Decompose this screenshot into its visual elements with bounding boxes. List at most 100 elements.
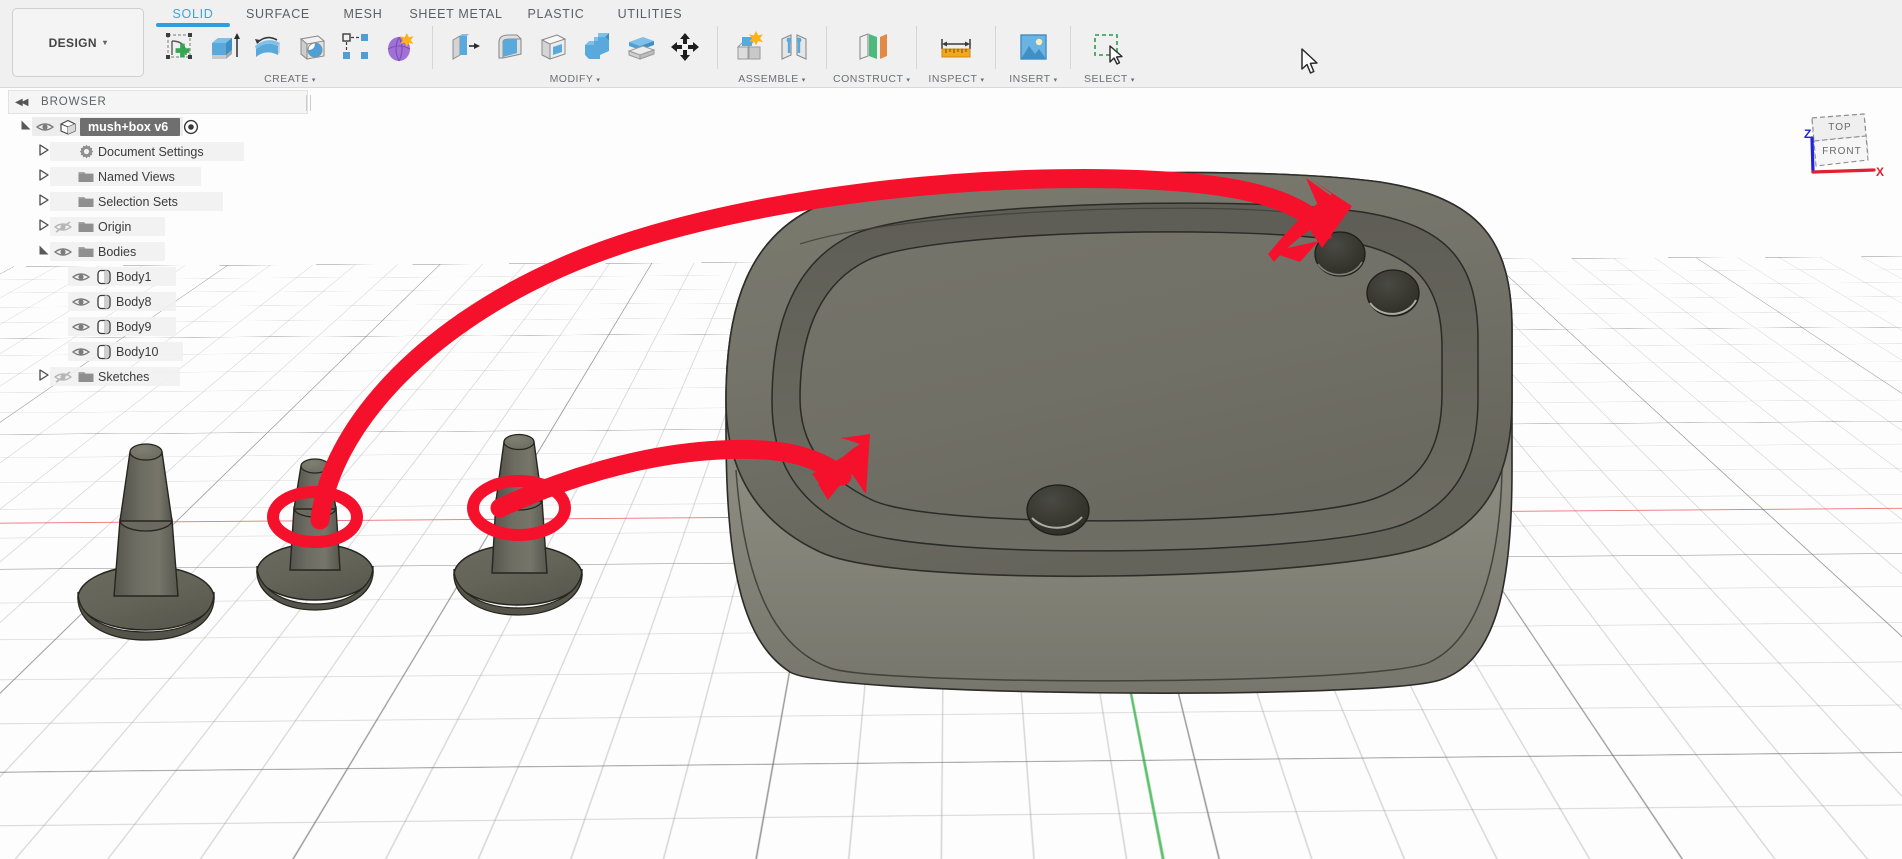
shell-icon[interactable] bbox=[531, 24, 575, 70]
tree-item-document-settings[interactable]: Document Settings bbox=[8, 139, 308, 164]
browser-header: ◀◀ BROWSER bbox=[8, 90, 311, 114]
ribbon: SOLID SURFACE MESH SHEET METAL PLASTIC U… bbox=[154, 0, 1902, 87]
tree-item-body8[interactable]: Body8 bbox=[8, 289, 308, 314]
body-icon bbox=[92, 344, 116, 360]
tree-item-body9[interactable]: Body9 bbox=[8, 314, 308, 339]
joint-icon[interactable] bbox=[772, 24, 816, 70]
hole-upper-a bbox=[1314, 231, 1366, 277]
activate-component-radio[interactable] bbox=[180, 119, 202, 135]
mushroom-body-2[interactable] bbox=[256, 458, 374, 611]
tab-mesh[interactable]: MESH bbox=[324, 7, 402, 21]
measure-icon[interactable] bbox=[927, 24, 985, 70]
tab-sheet-metal-label: SHEET METAL bbox=[409, 7, 503, 21]
box-body[interactable] bbox=[725, 171, 1513, 694]
twisty-collapsed-icon bbox=[39, 194, 49, 206]
tree-twisty[interactable] bbox=[36, 144, 52, 159]
tree-item-label: Bodies bbox=[98, 244, 137, 259]
tree-twisty[interactable] bbox=[36, 219, 52, 234]
tree-item-label: Selection Sets bbox=[98, 194, 178, 209]
panel-assemble-label[interactable]: ASSEMBLE ▾ bbox=[738, 73, 806, 85]
tab-solid-label: SOLID bbox=[172, 7, 214, 21]
revolve-icon[interactable] bbox=[246, 24, 290, 70]
visibility-toggle[interactable] bbox=[52, 370, 74, 384]
tree-item-named-views[interactable]: Named Views bbox=[8, 164, 308, 189]
panel-insert-label[interactable]: INSERT ▾ bbox=[1009, 73, 1057, 85]
mouse-cursor bbox=[1301, 48, 1318, 74]
tree-twisty[interactable] bbox=[36, 169, 52, 184]
tab-surface[interactable]: SURFACE bbox=[232, 7, 324, 21]
panel-create: CREATE ▾ bbox=[154, 22, 426, 85]
view-cube[interactable]: TOP FRONT Z X bbox=[1786, 100, 1890, 198]
tab-plastic[interactable]: PLASTIC bbox=[510, 7, 602, 21]
tree-item-label: Sketches bbox=[98, 369, 150, 384]
visibility-toggle[interactable] bbox=[70, 320, 92, 334]
visibility-icon bbox=[53, 247, 73, 256]
new-component-icon[interactable] bbox=[728, 24, 772, 70]
extrude-icon[interactable] bbox=[202, 24, 246, 70]
tree-item-bodies[interactable]: Bodies bbox=[8, 239, 308, 264]
gear-icon bbox=[79, 144, 93, 159]
mushroom-body-1[interactable] bbox=[77, 443, 215, 641]
tree-twisty[interactable] bbox=[18, 119, 34, 134]
tree-item-body10[interactable]: Body10 bbox=[8, 339, 308, 364]
press-pull-icon[interactable] bbox=[443, 24, 487, 70]
browser-resize-grip[interactable] bbox=[306, 95, 311, 111]
insert-image-icon[interactable] bbox=[1006, 24, 1060, 70]
panel-divider bbox=[432, 26, 433, 69]
combine-icon[interactable] bbox=[575, 24, 619, 70]
tree-twisty[interactable] bbox=[36, 244, 52, 259]
panel-modify-label[interactable]: MODIFY ▾ bbox=[550, 73, 601, 85]
chevron-down-icon: ▾ bbox=[980, 77, 985, 84]
panel-construct-label[interactable]: CONSTRUCT ▾ bbox=[833, 73, 910, 85]
panel-select: SELECT ▾ bbox=[1077, 22, 1141, 85]
fillet-icon[interactable] bbox=[487, 24, 531, 70]
tab-solid[interactable]: SOLID bbox=[154, 7, 232, 27]
tree-item-body1[interactable]: Body1 bbox=[8, 264, 308, 289]
visibility-toggle[interactable] bbox=[52, 220, 74, 234]
panel-inspect-label[interactable]: INSPECT ▾ bbox=[928, 73, 984, 85]
workspace-switcher-button[interactable]: DESIGN ▾ bbox=[12, 8, 144, 77]
pattern-icon[interactable] bbox=[334, 24, 378, 70]
body-icon bbox=[97, 269, 111, 284]
create-sketch-icon[interactable] bbox=[158, 24, 202, 70]
folder-icon bbox=[74, 370, 98, 383]
visibility-toggle[interactable] bbox=[70, 270, 92, 284]
visibility-toggle[interactable] bbox=[34, 120, 56, 134]
offset-plane-icon[interactable] bbox=[844, 24, 900, 70]
body-icon bbox=[92, 319, 116, 335]
visibility-toggle[interactable] bbox=[70, 295, 92, 309]
panel-select-label[interactable]: SELECT ▾ bbox=[1084, 73, 1135, 85]
visibility-toggle[interactable] bbox=[70, 345, 92, 359]
viewcube-front-label: FRONT bbox=[1822, 146, 1861, 157]
browser-title: BROWSER bbox=[41, 96, 107, 108]
visibility-toggle[interactable] bbox=[52, 245, 74, 259]
select-window-icon[interactable] bbox=[1081, 24, 1137, 70]
workspace-switcher-label: DESIGN bbox=[48, 35, 97, 50]
tree-item-mush-box-v6[interactable]: mush+box v6 bbox=[8, 114, 308, 139]
collapse-browser-icon[interactable]: ◀◀ bbox=[15, 97, 35, 108]
chevron-down-icon: ▾ bbox=[801, 77, 806, 84]
panel-create-label[interactable]: CREATE ▾ bbox=[264, 73, 316, 85]
sweep-icon[interactable] bbox=[290, 24, 334, 70]
tree-item-sketches[interactable]: Sketches bbox=[8, 364, 308, 389]
viewcube-z-axis-label: Z bbox=[1804, 127, 1811, 141]
tree-item-selection-sets[interactable]: Selection Sets bbox=[8, 189, 308, 214]
twisty-collapsed-icon bbox=[39, 369, 49, 381]
visibility-icon bbox=[53, 370, 73, 383]
gear-icon bbox=[74, 144, 98, 159]
tree-item-origin[interactable]: Origin bbox=[8, 214, 308, 239]
mushroom-body-3[interactable] bbox=[453, 433, 583, 616]
tree-twisty[interactable] bbox=[36, 194, 52, 209]
panel-divider bbox=[717, 26, 718, 69]
tree-twisty[interactable] bbox=[36, 369, 52, 384]
move-copy-icon[interactable] bbox=[663, 24, 707, 70]
form-icon[interactable] bbox=[378, 24, 422, 70]
split-body-icon[interactable] bbox=[619, 24, 663, 70]
tab-utilities[interactable]: UTILITIES bbox=[602, 7, 698, 21]
twisty-collapsed-icon bbox=[39, 144, 49, 156]
component-icon bbox=[60, 119, 76, 135]
tab-sheet-metal[interactable]: SHEET METAL bbox=[402, 7, 510, 21]
tree-item-label: Body1 bbox=[116, 269, 152, 284]
panel-divider bbox=[916, 26, 918, 69]
panel-construct: CONSTRUCT ▾ bbox=[833, 22, 910, 85]
